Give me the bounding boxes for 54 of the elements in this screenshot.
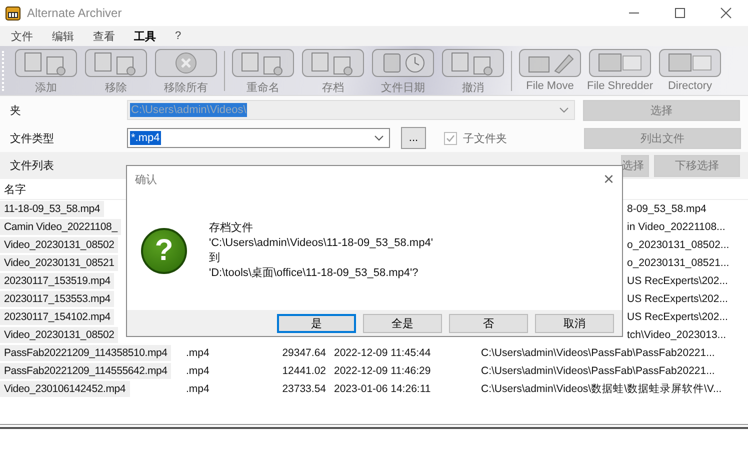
dialog-title: 确认	[135, 172, 157, 186]
table-cell: US RecExperts\202...	[627, 275, 728, 287]
maximize-icon[interactable]	[674, 7, 686, 19]
file-list-label: 文件列表	[9, 158, 55, 173]
folder-label: 夹	[9, 104, 22, 118]
close-button[interactable]: ×	[603, 168, 614, 190]
table-cell[interactable]: Video_20230131_08502	[0, 327, 118, 343]
dialog-button[interactable]: 否	[449, 314, 528, 332]
table-cell[interactable]: 20230117_154102.mp4	[0, 309, 114, 325]
table-cell-text: .mp4	[186, 365, 210, 377]
browse-button[interactable]: ...	[401, 127, 426, 149]
menu-item[interactable]: 文件	[4, 28, 39, 44]
checkbox-label: 子文件夹	[463, 132, 507, 146]
table-cell: o_20230131_08521...	[627, 257, 730, 269]
table-cell: US RecExperts\202...	[627, 311, 728, 323]
table-cell: C:\Users\admin\Videos\PassFab\PassFab20221...	[481, 365, 715, 377]
window-title: Alternate Archiver	[27, 6, 122, 20]
table-cell[interactable]: Video_230106142452.mp4	[0, 381, 130, 397]
table-cell: in Video_20221108...	[627, 221, 726, 233]
table-cell: tch\Video_2023013...	[627, 329, 726, 341]
file-type-label: 文件类型	[9, 132, 55, 146]
question-icon: ?	[141, 228, 187, 274]
table-cell: C:\Users\admin\Videos\数据蛙\数据蛙录屏软件\V...	[481, 382, 722, 396]
table-cell-text: 2022-12-09 11:45:44	[334, 347, 432, 359]
table-cell[interactable]: Camin Video_20221108_	[0, 219, 122, 235]
table-cell[interactable]: PassFab20221209_114358510.mp4	[0, 345, 172, 361]
table-cell[interactable]: Video_20230131_08502	[0, 237, 118, 253]
menu-item[interactable]: 工具	[127, 28, 162, 44]
dialog-message: 存档文件 'C:\Users\admin\Videos\11-18-09_53_58.mp4' 到 'D:\tools\桌面\office\11-18-09_53_58.mp4'?	[209, 221, 433, 281]
table-cell-text: .mp4	[186, 383, 210, 395]
file-type-dropdown[interactable]: *.mp4	[127, 128, 390, 148]
table-cell: o_20230131_08502...	[627, 239, 730, 251]
table-cell[interactable]: Video_20230131_08521	[0, 255, 118, 271]
close-icon[interactable]	[720, 7, 732, 19]
menu-item[interactable]: 编辑	[45, 28, 80, 44]
app-icon	[5, 5, 21, 21]
table-cell-text: 2023-01-06 14:26:11	[334, 383, 432, 395]
table-cell: 8-09_53_58.mp4	[627, 203, 706, 215]
table-cell-text: .mp4	[186, 347, 210, 359]
menu-item[interactable]: 查看	[86, 28, 121, 44]
menu-item[interactable]: ?	[168, 30, 188, 42]
dialog-button[interactable]: 是	[277, 314, 356, 332]
dialog-button[interactable]: 取消	[535, 314, 614, 332]
dialog-button[interactable]: 全是	[363, 314, 442, 332]
table-cell: C:\Users\admin\Videos\PassFab\PassFab20221...	[481, 347, 715, 359]
table-cell[interactable]: PassFab20221209_114555642.mp4	[0, 363, 172, 379]
table-cell[interactable]: 20230117_153519.mp4	[0, 273, 114, 289]
table-cell[interactable]: 20230117_153553.mp4	[0, 291, 114, 307]
table-cell-text: 29347.64	[281, 347, 326, 359]
table-cell-text: 2022-12-09 11:46:29	[334, 365, 432, 377]
table-cell-text: 12441.02	[281, 365, 326, 377]
table-cell[interactable]: 11-18-09_53_58.mp4	[0, 201, 104, 217]
table-cell: US RecExperts\202...	[627, 293, 728, 305]
table-cell-text: 23733.54	[281, 383, 326, 395]
